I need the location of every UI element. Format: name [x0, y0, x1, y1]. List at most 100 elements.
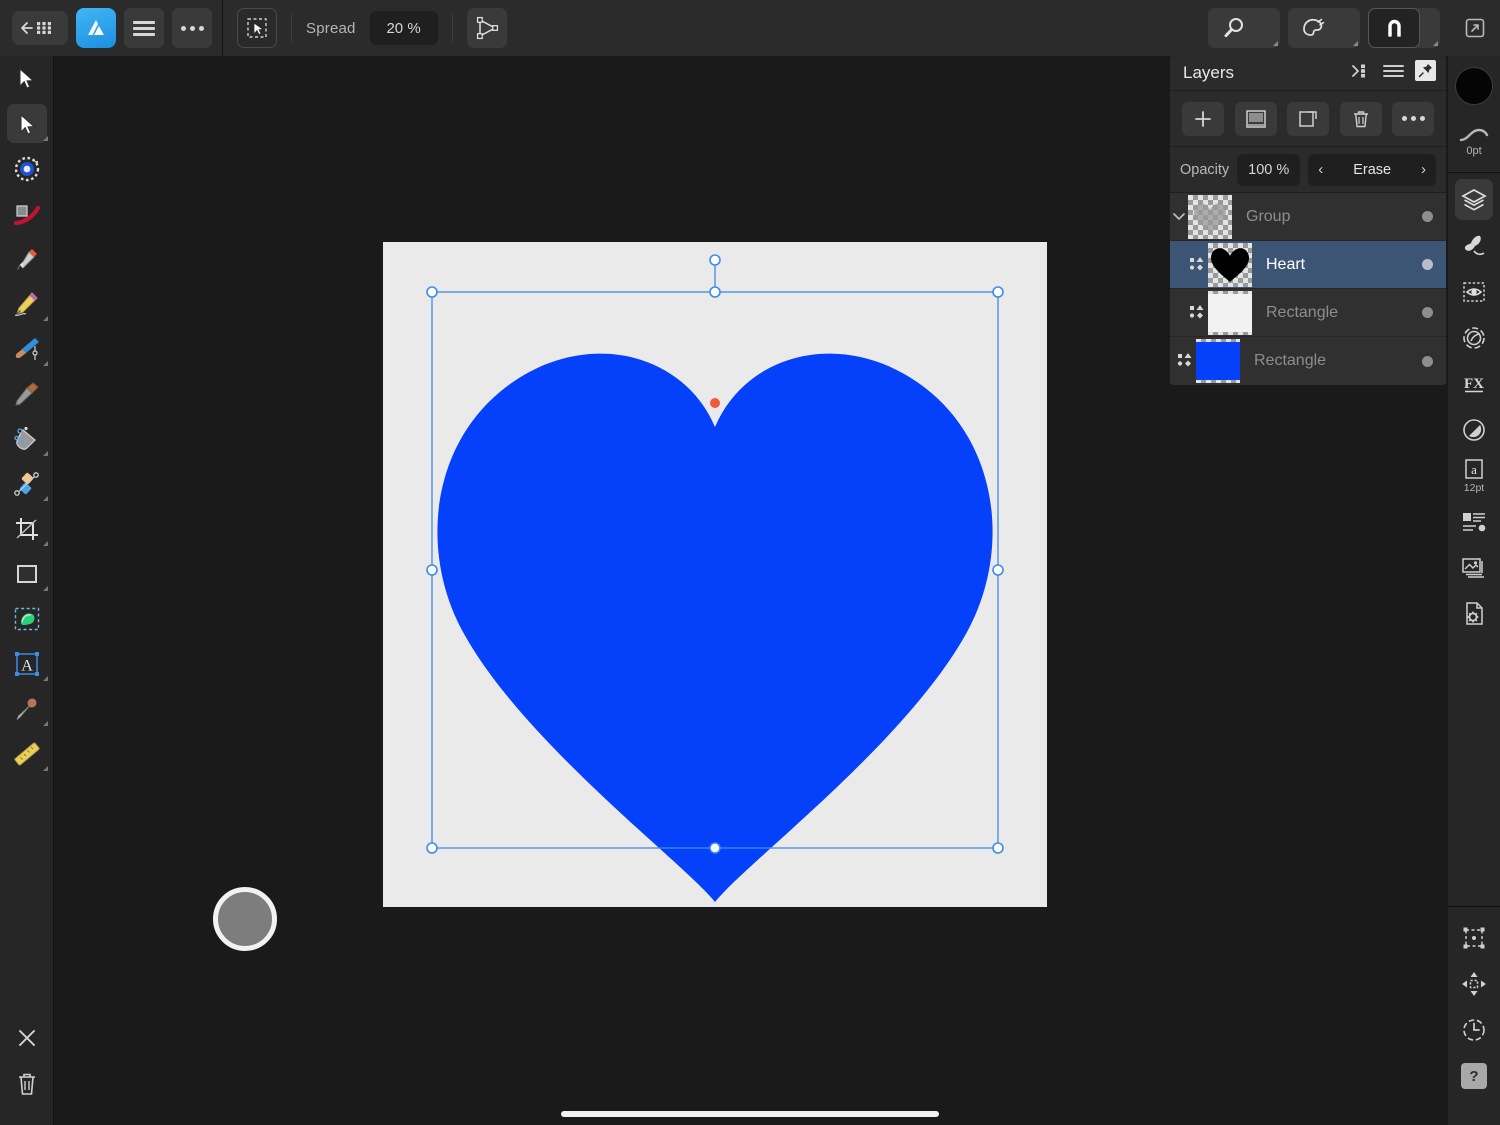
blend-mode-selector[interactable]: ‹ Erase ›	[1308, 153, 1436, 186]
brushes-studio-icon[interactable]	[1448, 223, 1500, 269]
flyout-indicator[interactable]	[43, 451, 48, 456]
opacity-studio-icon[interactable]	[1448, 407, 1500, 453]
stock-studio-icon[interactable]	[1448, 269, 1500, 315]
paint-brush-tool[interactable]	[0, 326, 54, 371]
snapping-flyout-handle[interactable]	[1420, 8, 1440, 48]
flyout-indicator[interactable]	[43, 586, 48, 591]
back-to-documents-button[interactable]	[12, 11, 68, 45]
delete-button[interactable]	[0, 1061, 54, 1107]
node-select-mode-button[interactable]	[237, 8, 277, 48]
canvas-area[interactable]	[54, 56, 1172, 1125]
duplicate-layer-button[interactable]	[1287, 101, 1329, 136]
history-studio-icon[interactable]	[1448, 1007, 1500, 1053]
pencil-tool[interactable]	[0, 281, 54, 326]
blend-next-arrow[interactable]: ›	[1421, 161, 1426, 178]
zoom-flyout-handle[interactable]	[1260, 8, 1280, 48]
character-studio-icon[interactable]: a 12pt	[1448, 453, 1500, 499]
fill-brush-tool[interactable]	[0, 371, 54, 416]
color-picker-tool[interactable]	[0, 686, 54, 731]
list-options-icon[interactable]	[1383, 64, 1404, 83]
layer-row-rectangle-white[interactable]: Rectangle	[1170, 289, 1446, 337]
flyout-indicator[interactable]	[43, 136, 48, 141]
flyout-indicator[interactable]	[43, 676, 48, 681]
transform-studio-icon[interactable]	[1448, 915, 1500, 961]
layer-properties-row: Opacity 100 % ‹ Erase ›	[1170, 146, 1446, 192]
layer-visibility-dot[interactable]	[1422, 307, 1433, 318]
studio-bottom-group: ?	[1448, 902, 1500, 1099]
rectangle-tool[interactable]	[0, 551, 54, 596]
paragraph-studio-icon[interactable]	[1448, 499, 1500, 545]
measure-tool[interactable]	[0, 731, 54, 776]
expand-panel-button[interactable]	[1462, 15, 1488, 41]
flyout-indicator[interactable]	[43, 766, 48, 771]
layer-name: Heart	[1266, 255, 1306, 273]
adjustment-studio-icon[interactable]	[1448, 315, 1500, 361]
flood-fill-tool[interactable]	[0, 416, 54, 461]
delete-layer-button[interactable]	[1339, 101, 1382, 136]
menu-button[interactable]	[124, 8, 164, 48]
svg-text:FX: FX	[1464, 376, 1484, 392]
gradient-tool[interactable]	[0, 461, 54, 506]
crop-tool[interactable]	[0, 506, 54, 551]
node-tool[interactable]	[0, 101, 54, 146]
flyout-indicator[interactable]	[43, 496, 48, 501]
snapping-button[interactable]	[1368, 8, 1420, 48]
heart-shape-vector[interactable]	[383, 242, 1047, 907]
zoom-tool-button[interactable]	[1208, 8, 1260, 48]
snapping-tool-group[interactable]	[1368, 8, 1440, 48]
color-flyout-handle[interactable]	[1340, 8, 1360, 48]
more-options-button[interactable]	[172, 8, 212, 48]
color-tool-group[interactable]	[1288, 8, 1360, 48]
layer-visibility-dot[interactable]	[1422, 211, 1433, 222]
heart-path[interactable]	[437, 353, 993, 903]
navigator-studio-icon[interactable]	[1448, 961, 1500, 1007]
stroke-width-control[interactable]: 0pt	[1448, 116, 1500, 168]
group-disclosure-toggle[interactable]	[1170, 212, 1188, 221]
layer-thumbnail-group	[1188, 194, 1232, 239]
flyout-indicator[interactable]	[43, 361, 48, 366]
affinity-designer-logo-icon[interactable]	[76, 8, 116, 48]
layer-row-rectangle-blue[interactable]: Rectangle	[1170, 337, 1446, 385]
layer-type-icon	[1176, 351, 1196, 371]
divider	[451, 14, 453, 42]
color-picker-button[interactable]	[1288, 8, 1340, 48]
layers-toolbar	[1170, 90, 1446, 146]
document-setup-icon[interactable]	[1448, 591, 1500, 637]
layer-visibility-dot[interactable]	[1422, 259, 1433, 270]
close-button[interactable]	[0, 1015, 54, 1061]
layer-visibility-dot[interactable]	[1422, 355, 1433, 367]
color-puck[interactable]	[213, 887, 277, 951]
flyout-indicator[interactable]	[43, 316, 48, 321]
blend-prev-arrow[interactable]: ‹	[1318, 161, 1323, 178]
fill-color-swatch[interactable]	[1448, 56, 1500, 116]
divider	[1448, 906, 1500, 907]
selection-brush-tool[interactable]	[0, 596, 54, 641]
opacity-value-field[interactable]: 100 %	[1237, 153, 1301, 186]
layer-more-button[interactable]	[1392, 101, 1434, 136]
layers-studio-icon[interactable]	[1448, 177, 1500, 223]
layer-name: Group	[1246, 207, 1291, 225]
affinity-designer-window: Spread 20 % A Layers Opacity 100 % ‹ Era…	[0, 0, 1500, 1125]
zoom-tool-group[interactable]	[1208, 8, 1280, 48]
flyout-indicator[interactable]	[43, 541, 48, 546]
effects-studio-icon[interactable]: FX	[1448, 361, 1500, 407]
mesh-gradient-button[interactable]	[466, 8, 507, 48]
spread-value-field[interactable]: 20 %	[369, 11, 438, 45]
add-layer-button[interactable]	[1182, 101, 1224, 136]
text-tool[interactable]: A	[0, 641, 54, 686]
collapse-all-icon[interactable]	[1352, 63, 1372, 84]
flyout-indicator[interactable]	[43, 721, 48, 726]
assets-studio-icon[interactable]	[1448, 545, 1500, 591]
pen-tool[interactable]	[0, 236, 54, 281]
help-studio-icon[interactable]: ?	[1448, 1053, 1500, 1099]
mask-layer-button[interactable]	[1234, 101, 1277, 136]
hamburger-icon	[133, 20, 155, 36]
layer-row-heart[interactable]: Heart	[1170, 241, 1446, 289]
corner-tool[interactable]	[0, 146, 54, 191]
shape-builder-tool[interactable]	[0, 191, 54, 236]
move-tool[interactable]	[0, 56, 54, 101]
layer-row-group[interactable]: Group	[1170, 193, 1446, 241]
font-size-value: 12pt	[1463, 481, 1485, 494]
layers-panel-header: Layers	[1170, 56, 1446, 90]
pin-icon[interactable]	[1415, 60, 1436, 86]
